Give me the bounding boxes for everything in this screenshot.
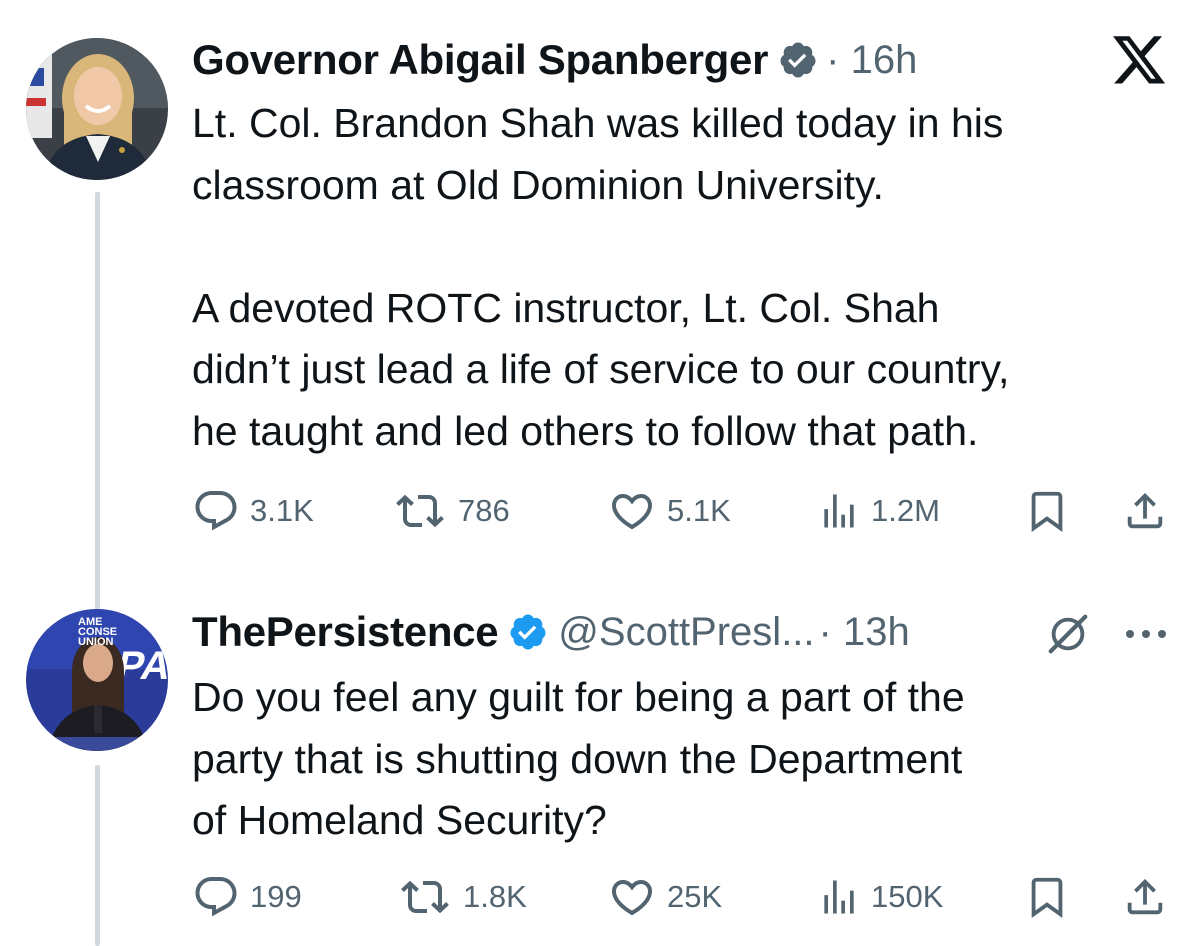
avatar[interactable]	[26, 38, 168, 180]
share-icon	[1127, 492, 1163, 529]
bookmark-icon	[1031, 491, 1063, 532]
repost-count: 786	[458, 493, 510, 528]
avatar-sign-text: AME CONSE UNION	[78, 616, 118, 648]
user-handle[interactable]: @ScottPresl...	[558, 610, 814, 655]
bookmark-button[interactable]	[1022, 486, 1072, 536]
like-count: 5.1K	[667, 493, 731, 528]
share-button[interactable]	[1120, 486, 1170, 536]
repost-button[interactable]: 786	[392, 486, 510, 536]
reply-button[interactable]: 199	[192, 872, 302, 922]
tweet-text: Do you feel any guilt for being a part o…	[192, 674, 965, 843]
avatar[interactable]: PA AME CONSE UNION	[26, 609, 168, 751]
timestamp[interactable]: · 13h	[819, 610, 910, 655]
share-icon	[1127, 878, 1163, 915]
timestamp[interactable]: · 16h	[826, 38, 917, 83]
verified-badge-icon	[778, 40, 818, 80]
tweet-actions: 3.1K 786 5.1K 1.2M	[192, 486, 1172, 536]
reply-count: 3.1K	[250, 493, 314, 528]
reply-button[interactable]: 3.1K	[192, 486, 314, 536]
tweet-text: Lt. Col. Brandon Shah was killed today i…	[192, 100, 1010, 454]
views-button[interactable]: 150K	[817, 872, 943, 922]
thread-line	[95, 765, 100, 946]
repost-button[interactable]: 1.8K	[397, 872, 527, 922]
views-icon	[824, 494, 854, 528]
repost-count: 1.8K	[463, 879, 527, 914]
reply-icon	[195, 491, 237, 531]
grok-icon[interactable]	[1040, 608, 1096, 660]
display-name[interactable]: ThePersistence	[192, 608, 499, 656]
views-button[interactable]: 1.2M	[817, 486, 940, 536]
share-button[interactable]	[1120, 872, 1170, 922]
views-count: 1.2M	[871, 493, 940, 528]
bookmark-button[interactable]	[1022, 872, 1072, 922]
views-count: 150K	[871, 879, 944, 914]
tweet-actions: 199 1.8K 25K 150K	[192, 872, 1172, 922]
bookmark-icon	[1031, 877, 1063, 918]
verified-badge-icon	[508, 612, 548, 652]
reply-count: 199	[250, 879, 302, 914]
tweet-header: ThePersistence @ScottPresl... · 13h	[192, 602, 910, 662]
like-button[interactable]: 25K	[607, 872, 722, 922]
x-logo-icon	[1112, 34, 1168, 88]
like-count: 25K	[667, 879, 723, 914]
repost-icon	[401, 880, 449, 914]
more-dots-icon[interactable]	[1118, 612, 1174, 656]
reply-icon	[195, 877, 237, 917]
like-button[interactable]: 5.1K	[607, 486, 731, 536]
views-icon	[824, 880, 854, 914]
heart-icon	[611, 880, 653, 916]
repost-icon	[396, 494, 444, 528]
heart-icon	[611, 494, 653, 530]
tweet-header: Governor Abigail Spanberger · 16h	[192, 30, 917, 90]
display-name[interactable]: Governor Abigail Spanberger	[192, 36, 768, 84]
thread-line	[95, 192, 100, 622]
